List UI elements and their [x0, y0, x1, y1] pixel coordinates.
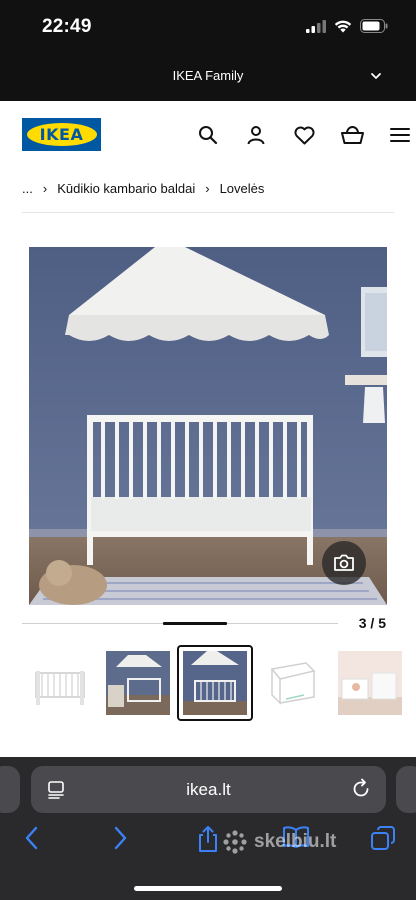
- search-button[interactable]: [184, 123, 232, 147]
- breadcrumb: ... › Kūdikio kambario baldai › Lovelės: [22, 178, 264, 198]
- logo-oval: IKEA: [26, 123, 97, 146]
- account-icon: [247, 126, 265, 145]
- site-header: IKEA: [0, 101, 416, 167]
- breadcrumb-ellipsis[interactable]: ...: [22, 181, 33, 196]
- family-banner-label: IKEA Family: [172, 68, 244, 83]
- gallery-progress-track: [22, 622, 338, 625]
- url-text: ikea.lt: [186, 780, 231, 799]
- previous-tab-peek[interactable]: [0, 766, 20, 813]
- cellular-signal-icon: [306, 19, 326, 33]
- watermark-text: skelbiu.lt: [254, 831, 337, 852]
- thumbnail-5[interactable]: [338, 651, 402, 715]
- watermark: skelbiu.lt: [222, 829, 336, 855]
- address-bar[interactable]: ikea.lt: [31, 766, 386, 813]
- watermark-logo-icon: [223, 830, 247, 854]
- thumbnail-1[interactable]: [28, 651, 92, 715]
- account-button[interactable]: [232, 123, 280, 147]
- wishlist-button[interactable]: [280, 123, 328, 147]
- share-icon[interactable]: [196, 825, 220, 853]
- next-tab-peek[interactable]: [396, 766, 416, 813]
- hamburger-menu-icon: [390, 128, 410, 142]
- breadcrumb-cribs[interactable]: Lovelės: [220, 181, 265, 196]
- ikea-logo[interactable]: IKEA: [22, 118, 101, 151]
- browser-toolbar: [0, 825, 416, 865]
- back-icon[interactable]: [22, 825, 42, 851]
- search-icon: [199, 126, 218, 145]
- crib-front-thumbnail: [28, 651, 92, 715]
- breadcrumb-nursery-furniture[interactable]: Kūdikio kambario baldai: [57, 181, 195, 196]
- gallery-page-counter: 3 / 5: [358, 615, 386, 631]
- header-icons: [184, 123, 416, 147]
- reload-icon[interactable]: [350, 778, 372, 800]
- thumbnail-3-selected[interactable]: [177, 645, 253, 721]
- visual-search-camera-button[interactable]: [322, 541, 366, 585]
- wifi-icon: [334, 20, 352, 32]
- thumbnail-2[interactable]: [106, 651, 170, 715]
- logo-text: IKEA: [39, 125, 84, 144]
- tabs-icon[interactable]: [370, 825, 396, 851]
- thumbnail-strip: [22, 645, 416, 723]
- breadcrumb-divider: [22, 212, 394, 213]
- home-indicator: [134, 886, 282, 891]
- camera-icon: [334, 554, 354, 571]
- shopping-bag-icon: [340, 126, 364, 144]
- status-bar: 22:49: [0, 0, 416, 56]
- menu-button[interactable]: [376, 123, 416, 147]
- chevron-down-icon[interactable]: [370, 70, 382, 82]
- browser-chrome: ikea.lt: [0, 757, 416, 900]
- nursery-bright-room-thumbnail: [338, 651, 402, 715]
- status-icons: [306, 19, 388, 33]
- crib-with-canopy-thumbnail: [183, 651, 247, 715]
- forward-icon[interactable]: [110, 825, 130, 851]
- nursery-room-thumbnail: [106, 651, 170, 715]
- chevron-right-icon: ›: [205, 180, 210, 196]
- chevron-right-icon: ›: [42, 180, 48, 196]
- heart-icon: [293, 126, 315, 144]
- crib-dimensions-thumbnail: [260, 651, 324, 715]
- battery-icon: [360, 19, 388, 33]
- ikea-family-banner[interactable]: IKEA Family: [0, 56, 416, 101]
- status-time: 22:49: [42, 16, 92, 37]
- gallery-progress-indicator: [163, 622, 227, 625]
- thumbnail-4[interactable]: [260, 651, 324, 715]
- cart-button[interactable]: [328, 123, 376, 147]
